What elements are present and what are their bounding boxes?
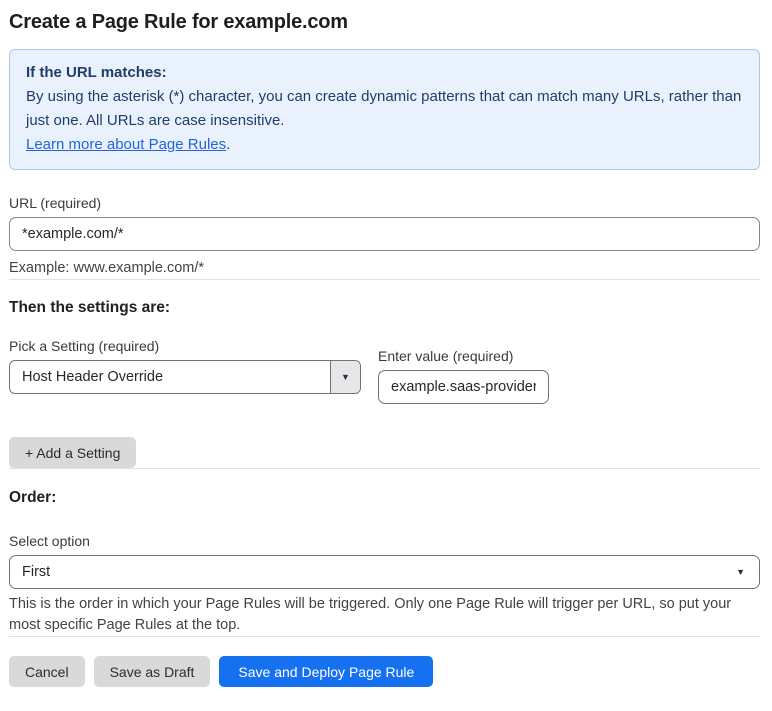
info-box-link-line: Learn more about Page Rules.	[26, 133, 743, 157]
order-select-value: First	[22, 564, 51, 580]
info-box-heading: If the URL matches:	[26, 64, 167, 81]
setting-select-value: Host Header Override	[22, 369, 164, 385]
settings-section: Then the settings are: Pick a Setting (r…	[9, 299, 760, 468]
order-heading: Order:	[9, 489, 57, 506]
settings-heading: Then the settings are:	[9, 299, 171, 316]
setting-select-label: Pick a Setting (required)	[9, 338, 160, 354]
setting-select-group: Pick a Setting (required) Host Header Ov…	[9, 338, 361, 394]
order-helper-text: This is the order in which your Page Rul…	[9, 596, 732, 633]
url-match-info-box: If the URL matches: By using the asteris…	[9, 49, 760, 170]
section-divider	[9, 279, 760, 280]
chevron-down-icon: ▼	[736, 566, 745, 577]
section-divider	[9, 468, 760, 469]
save-as-draft-button[interactable]: Save as Draft	[93, 656, 211, 687]
setting-row: Pick a Setting (required) Host Header Ov…	[9, 338, 760, 404]
order-select[interactable]: First ▼	[9, 555, 760, 589]
footer-divider	[9, 636, 760, 637]
info-box-body: By using the asterisk (*) character, you…	[26, 88, 742, 129]
page-title: Create a Page Rule for example.com	[9, 11, 348, 33]
learn-more-link[interactable]: Learn more about Page Rules	[26, 136, 226, 153]
url-input[interactable]	[9, 217, 760, 251]
url-field-label: URL (required)	[9, 195, 102, 211]
cancel-button[interactable]: Cancel	[9, 656, 85, 687]
order-select-group: Select option First ▼	[9, 533, 760, 589]
url-field-group: URL (required) Example: www.example.com/…	[9, 195, 760, 279]
order-section: Order: Select option First ▼ This is the…	[9, 489, 760, 636]
link-suffix: .	[226, 136, 231, 153]
page-rule-form: Create a Page Rule for example.com If th…	[0, 0, 772, 687]
setting-value-label: Enter value (required)	[378, 348, 514, 364]
setting-select-arrow-button[interactable]: ▼	[330, 361, 360, 393]
setting-value-input[interactable]	[378, 370, 549, 404]
order-select-label: Select option	[9, 533, 90, 549]
footer-actions: Cancel Save as Draft Save and Deploy Pag…	[9, 656, 760, 687]
chevron-down-icon: ▼	[341, 371, 350, 382]
url-example-helper: Example: www.example.com/*	[9, 260, 205, 276]
setting-value-group: Enter value (required)	[378, 348, 549, 404]
setting-select[interactable]: Host Header Override ▼	[9, 360, 361, 394]
add-setting-button[interactable]: + Add a Setting	[9, 437, 137, 468]
save-and-deploy-button[interactable]: Save and Deploy Page Rule	[219, 656, 434, 687]
